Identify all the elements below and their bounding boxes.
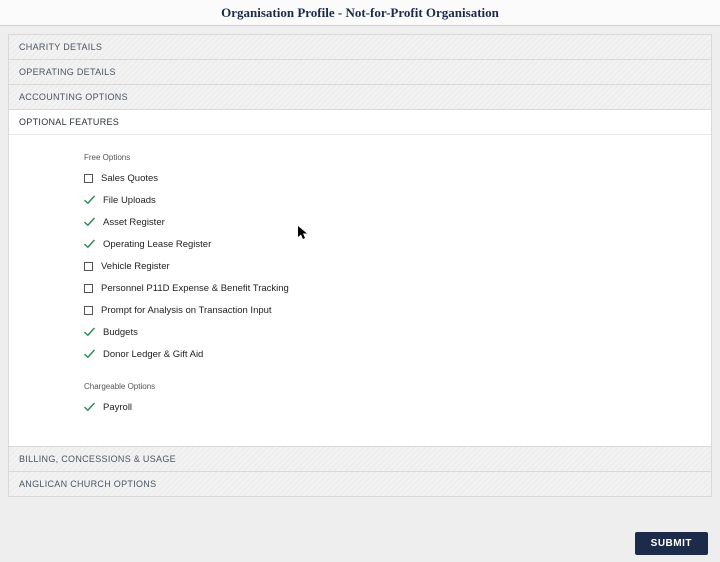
option-row[interactable]: Asset Register [84,217,701,228]
free-options-list: Sales Quotes File Uploads Asset Register Op… [84,173,701,360]
footer: SUBMIT [635,532,708,555]
checkbox-icon[interactable] [84,284,93,293]
section-label: BILLING, CONCESSIONS & USAGE [19,454,176,464]
section-label: ACCOUNTING OPTIONS [19,92,128,102]
option-row[interactable]: Prompt for Analysis on Transaction Input [84,305,701,316]
main-container: CHARITY DETAILS OPERATING DETAILS ACCOUN… [0,26,720,505]
option-row[interactable]: Budgets [84,327,701,338]
checkbox-icon[interactable] [84,174,93,183]
section-header-operating-details[interactable]: OPERATING DETAILS [9,59,711,84]
submit-button[interactable]: SUBMIT [635,532,708,555]
check-icon[interactable] [84,239,95,250]
section-label: OPERATING DETAILS [19,67,116,77]
check-icon[interactable] [84,349,95,360]
section-header-billing[interactable]: BILLING, CONCESSIONS & USAGE [9,446,711,471]
option-label: Personnel P11D Expense & Benefit Trackin… [101,283,289,294]
option-row[interactable]: Donor Ledger & Gift Aid [84,349,701,360]
check-icon[interactable] [84,327,95,338]
check-icon[interactable] [84,217,95,228]
option-label: File Uploads [103,195,156,206]
check-icon[interactable] [84,402,95,413]
option-label: Vehicle Register [101,261,170,272]
option-label: Donor Ledger & Gift Aid [103,349,203,360]
option-row[interactable]: Payroll [84,402,701,413]
section-header-anglican[interactable]: ANGLICAN CHURCH OPTIONS [9,471,711,496]
option-row[interactable]: File Uploads [84,195,701,206]
option-label: Budgets [103,327,138,338]
section-header-optional-features[interactable]: OPTIONAL FEATURES [9,109,711,134]
option-label: Asset Register [103,217,165,228]
option-row[interactable]: Personnel P11D Expense & Benefit Trackin… [84,283,701,294]
section-label: CHARITY DETAILS [19,42,102,52]
accordion: CHARITY DETAILS OPERATING DETAILS ACCOUN… [8,34,712,497]
option-label: Operating Lease Register [103,239,211,250]
section-label: ANGLICAN CHURCH OPTIONS [19,479,156,489]
checkbox-icon[interactable] [84,306,93,315]
check-icon[interactable] [84,195,95,206]
option-row[interactable]: Sales Quotes [84,173,701,184]
section-label: OPTIONAL FEATURES [19,117,119,127]
chargeable-options-list: Payroll [84,402,701,413]
page-title-bar: Organisation Profile - Not-for-Profit Or… [0,0,720,26]
option-label: Sales Quotes [101,173,158,184]
group-title-free: Free Options [84,153,701,162]
section-header-accounting-options[interactable]: ACCOUNTING OPTIONS [9,84,711,109]
option-label: Prompt for Analysis on Transaction Input [101,305,272,316]
section-body-optional-features: Free Options Sales Quotes File Uploads Ass… [9,134,711,446]
option-row[interactable]: Vehicle Register [84,261,701,272]
group-title-chargeable: Chargeable Options [84,382,701,391]
page-title: Organisation Profile - Not-for-Profit Or… [0,5,720,21]
option-row[interactable]: Operating Lease Register [84,239,701,250]
section-header-charity-details[interactable]: CHARITY DETAILS [9,35,711,59]
option-label: Payroll [103,402,132,413]
checkbox-icon[interactable] [84,262,93,271]
